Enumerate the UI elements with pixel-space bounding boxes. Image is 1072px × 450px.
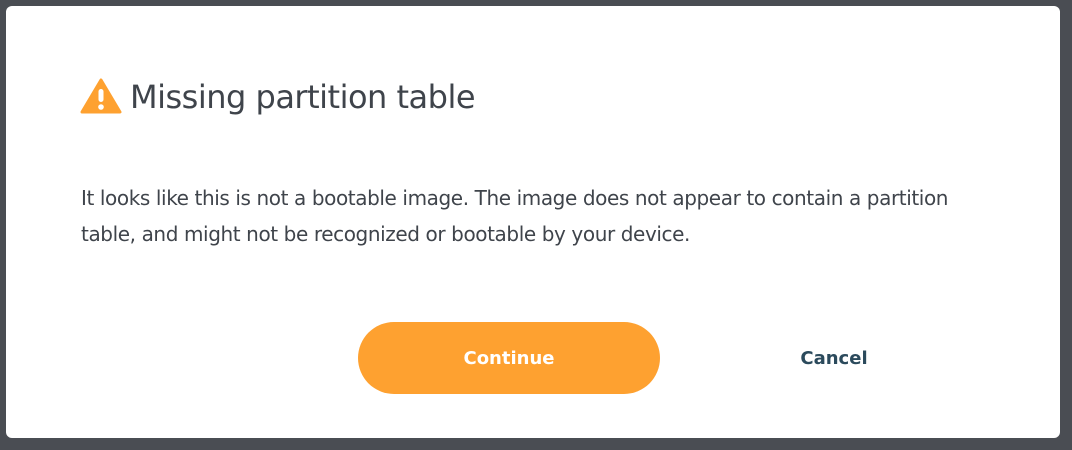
cancel-button[interactable]: Cancel [754, 336, 914, 380]
dialog-title: Missing partition table [130, 78, 476, 116]
continue-button[interactable]: Continue [358, 322, 660, 394]
warning-icon [80, 78, 122, 114]
dialog-message: It looks like this is not a bootable ima… [81, 186, 949, 246]
missing-partition-table-dialog: Missing partition table It looks like th… [6, 6, 1060, 438]
dialog-header: Missing partition table [80, 74, 476, 118]
